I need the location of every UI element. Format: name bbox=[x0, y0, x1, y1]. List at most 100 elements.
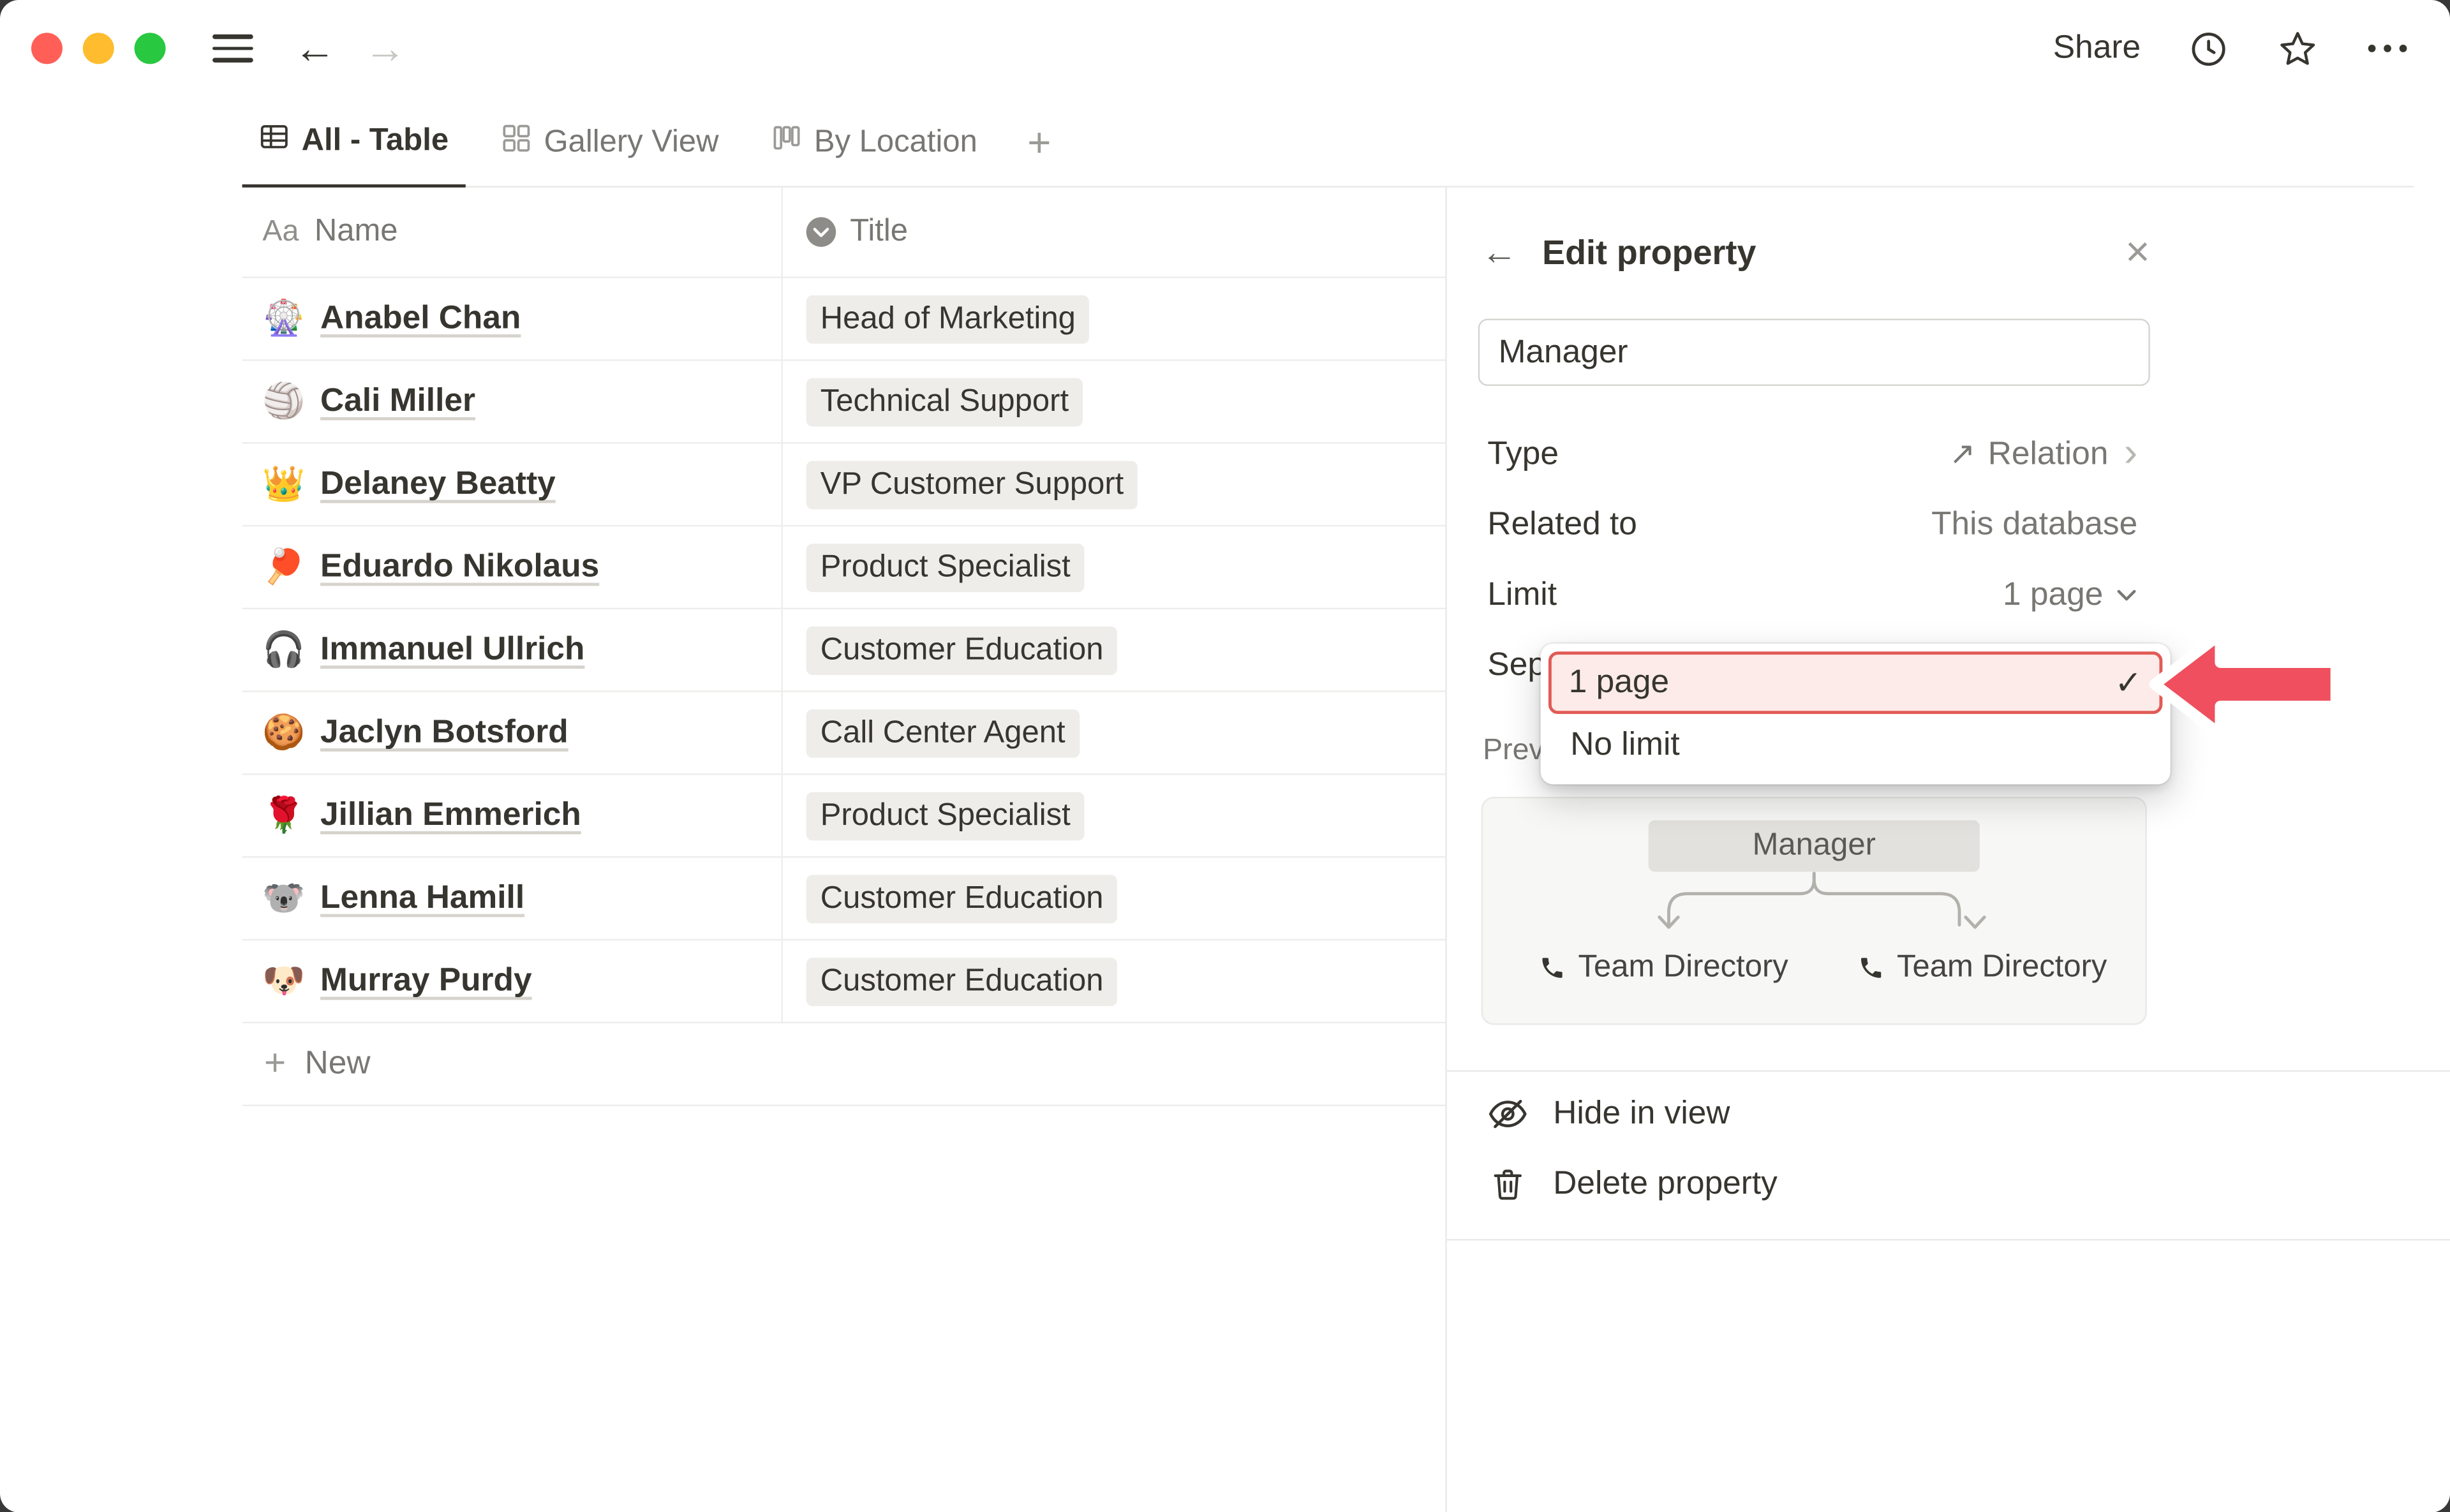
title-chip: Head of Marketing bbox=[806, 295, 1090, 343]
table-row: 🎡 Anabel Chan Head of Marketing bbox=[242, 278, 1446, 361]
favorite-star-icon[interactable] bbox=[2276, 27, 2319, 70]
page-name[interactable]: Anabel Chan bbox=[320, 300, 521, 337]
name-cell[interactable]: 🏐 Cali Miller bbox=[242, 361, 782, 442]
name-cell[interactable]: 🏓 Eduardo Nikolaus bbox=[242, 526, 782, 607]
page-name[interactable]: Immanuel Ullrich bbox=[320, 631, 584, 669]
hide-in-view-button[interactable]: Hide in view bbox=[1487, 1083, 1730, 1145]
page-name[interactable]: Delaney Beatty bbox=[320, 466, 556, 503]
property-row-limit[interactable]: Limit 1 page bbox=[1487, 560, 2137, 630]
edit-property-panel: ← Edit property × Type ↗ Relation › Rela… bbox=[1445, 188, 2450, 1512]
plus-icon: + bbox=[264, 1045, 286, 1083]
tab-gallery-view[interactable]: Gallery View bbox=[484, 97, 736, 188]
title-chip: Product Specialist bbox=[806, 791, 1085, 840]
page-name[interactable]: Jaclyn Botsford bbox=[320, 714, 568, 752]
add-view-button[interactable]: + bbox=[1013, 97, 1065, 188]
back-button[interactable]: ← bbox=[293, 27, 336, 70]
row-value-text: This database bbox=[1931, 505, 2137, 543]
title-chip: Call Center Agent bbox=[806, 709, 1080, 757]
name-cell[interactable]: 🎧 Immanuel Ullrich bbox=[242, 609, 782, 690]
row-value-text: Relation bbox=[1988, 435, 2109, 473]
page-name[interactable]: Jillian Emmerich bbox=[320, 797, 581, 834]
title-cell[interactable]: Product Specialist bbox=[781, 526, 1445, 607]
zoom-window-button[interactable] bbox=[135, 33, 166, 64]
forward-button[interactable]: → bbox=[364, 27, 406, 70]
title-chip: Customer Education bbox=[806, 874, 1118, 923]
tab-all-table[interactable]: All - Table bbox=[242, 97, 466, 188]
page-name[interactable]: Murray Purdy bbox=[320, 963, 532, 1000]
table-row: 🎧 Immanuel Ullrich Customer Education bbox=[242, 609, 1446, 692]
column-label: Name bbox=[315, 214, 398, 250]
check-icon: ✓ bbox=[2114, 663, 2142, 702]
title-cell[interactable]: Head of Marketing bbox=[781, 278, 1445, 359]
page-emoji-icon: 👑 bbox=[262, 464, 304, 505]
action-label: Hide in view bbox=[1553, 1095, 1730, 1133]
view-tab-bar: All - Table Gallery View By Location bbox=[0, 97, 2450, 188]
name-cell[interactable]: 🍪 Jaclyn Botsford bbox=[242, 692, 782, 773]
column-header-name[interactable]: Aa Name bbox=[242, 188, 782, 277]
more-options-icon[interactable] bbox=[2366, 42, 2410, 55]
page-emoji-icon: 🎡 bbox=[262, 299, 304, 339]
panel-back-icon[interactable]: ← bbox=[1481, 234, 1517, 270]
name-cell[interactable]: 🎡 Anabel Chan bbox=[242, 278, 782, 359]
tab-label: Gallery View bbox=[544, 124, 718, 160]
new-row-button[interactable]: + New bbox=[242, 1023, 1446, 1106]
name-cell[interactable]: 🐨 Lenna Hamill bbox=[242, 857, 782, 938]
action-label: Delete property bbox=[1553, 1166, 1778, 1203]
table-row: 🐶 Murray Purdy Customer Education bbox=[242, 940, 1446, 1023]
stage: ← → Share bbox=[0, 0, 2450, 1512]
chevron-down-icon bbox=[2116, 587, 2137, 602]
option-label: No limit bbox=[1570, 727, 1679, 764]
updates-clock-icon[interactable] bbox=[2188, 27, 2230, 70]
tab-by-location[interactable]: By Location bbox=[755, 97, 995, 188]
close-window-button[interactable] bbox=[31, 33, 63, 64]
name-cell[interactable]: 🐶 Murray Purdy bbox=[242, 940, 782, 1021]
property-name-input[interactable] bbox=[1478, 319, 2150, 386]
property-row-type[interactable]: Type ↗ Relation › bbox=[1487, 419, 2137, 489]
preview-child-label: Team Directory bbox=[1578, 950, 1788, 986]
table-header-row: Aa Name Title bbox=[242, 188, 1446, 278]
dropdown-option-no-limit[interactable]: No limit bbox=[1548, 714, 2162, 776]
table-row: 🍪 Jaclyn Botsford Call Center Agent bbox=[242, 692, 1446, 775]
row-label: Limit bbox=[1487, 575, 1557, 613]
page-name[interactable]: Cali Miller bbox=[320, 383, 475, 420]
sidebar-menu-icon[interactable] bbox=[212, 34, 253, 63]
page-emoji-icon: 🍪 bbox=[262, 713, 304, 753]
panel-title: Edit property bbox=[1542, 232, 1756, 273]
delete-property-button[interactable]: Delete property bbox=[1487, 1153, 1777, 1215]
page-emoji-icon: 🏐 bbox=[262, 382, 304, 422]
column-label: Title bbox=[850, 214, 908, 250]
share-button[interactable]: Share bbox=[2053, 30, 2141, 68]
title-cell[interactable]: Product Specialist bbox=[781, 775, 1445, 856]
phone-icon bbox=[1539, 954, 1566, 981]
tab-label: By Location bbox=[814, 124, 977, 160]
text-type-icon: Aa bbox=[262, 215, 299, 249]
dropdown-option-1-page[interactable]: 1 page ✓ bbox=[1548, 651, 2162, 714]
page-emoji-icon: 🏓 bbox=[262, 547, 304, 588]
title-cell[interactable]: Call Center Agent bbox=[781, 692, 1445, 773]
title-cell[interactable]: Technical Support bbox=[781, 361, 1445, 442]
page-emoji-icon: 🎧 bbox=[262, 630, 304, 671]
name-cell[interactable]: 🌹 Jillian Emmerich bbox=[242, 775, 782, 856]
page-emoji-icon: 🌹 bbox=[262, 796, 304, 836]
page-name[interactable]: Eduardo Nikolaus bbox=[320, 549, 599, 586]
table-row: 🐨 Lenna Hamill Customer Education bbox=[242, 857, 1446, 940]
preview-connector-lines bbox=[1483, 872, 2145, 941]
title-cell[interactable]: Customer Education bbox=[781, 857, 1445, 938]
minimize-window-button[interactable] bbox=[83, 33, 114, 64]
select-type-icon bbox=[806, 217, 836, 247]
panel-close-icon[interactable]: × bbox=[2125, 231, 2150, 273]
table-row: 🌹 Jillian Emmerich Product Specialist bbox=[242, 775, 1446, 858]
title-cell[interactable]: Customer Education bbox=[781, 940, 1445, 1021]
title-cell[interactable]: VP Customer Support bbox=[781, 444, 1445, 525]
table-row: 🏐 Cali Miller Technical Support bbox=[242, 361, 1446, 444]
title-cell[interactable]: Customer Education bbox=[781, 609, 1445, 690]
page-name[interactable]: Lenna Hamill bbox=[320, 880, 524, 917]
table-row: 👑 Delaney Beatty VP Customer Support bbox=[242, 444, 1446, 527]
name-cell[interactable]: 👑 Delaney Beatty bbox=[242, 444, 782, 525]
preview-root-chip: Manager bbox=[1649, 820, 1980, 872]
partial-label: Sep bbox=[1487, 646, 1546, 684]
column-header-title[interactable]: Title bbox=[781, 188, 1445, 277]
property-row-related-to[interactable]: Related to This database bbox=[1487, 489, 2137, 560]
row-value-text: 1 page bbox=[2003, 575, 2103, 613]
titlebar-right: Share bbox=[2053, 27, 2409, 70]
